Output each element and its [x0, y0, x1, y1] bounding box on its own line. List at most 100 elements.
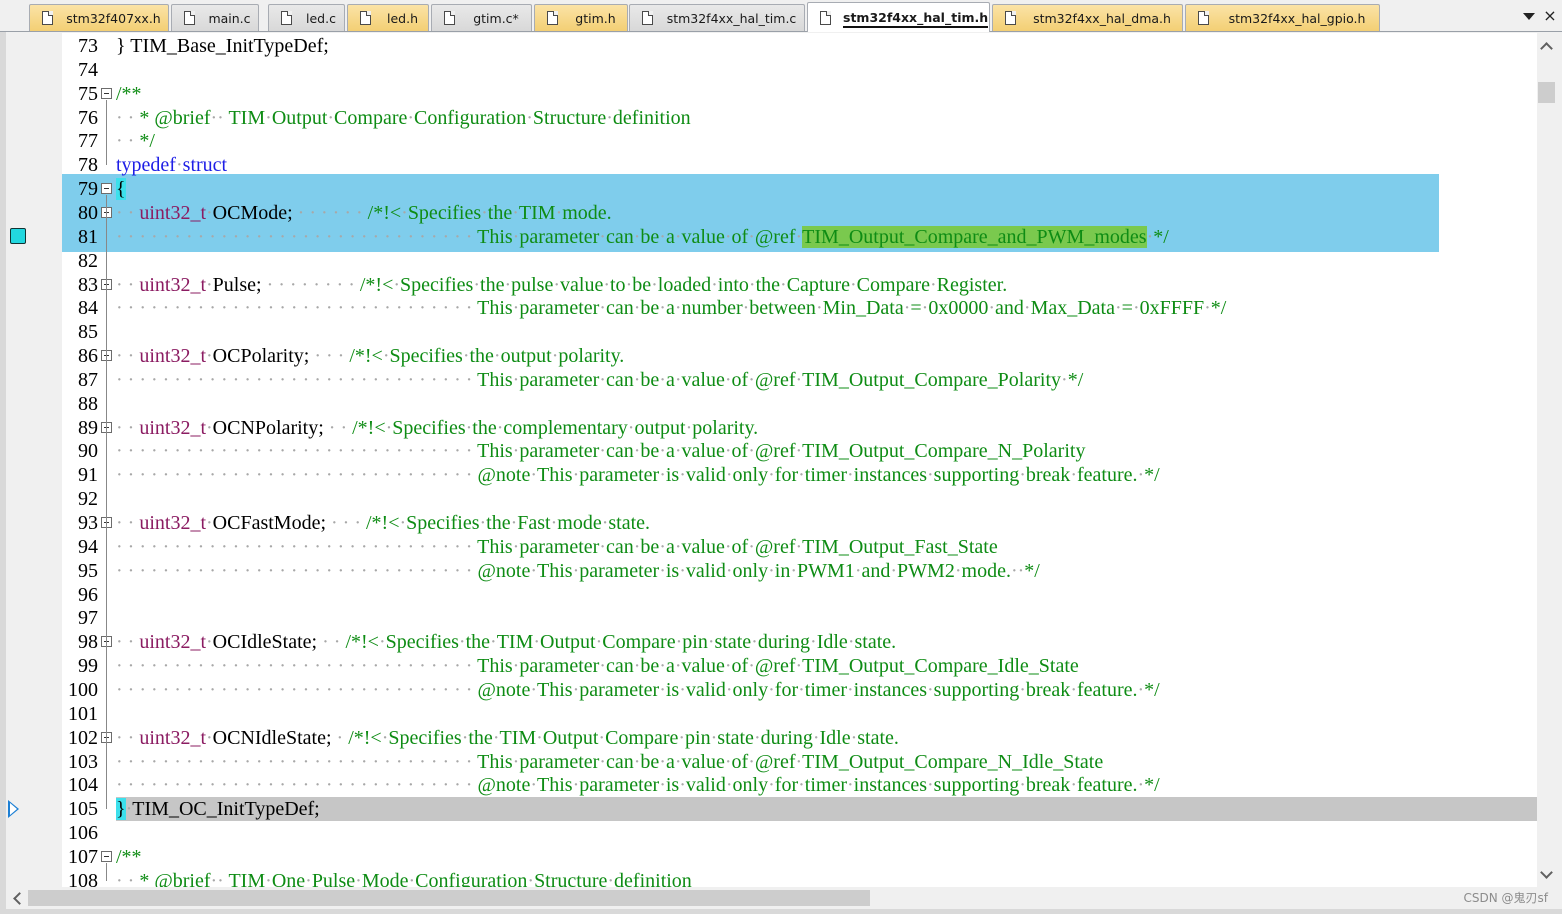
code-token: · [674, 655, 682, 678]
code-line: 75 /** [6, 82, 1537, 106]
line-number: 86 [78, 345, 98, 368]
line-number: 102 [68, 726, 98, 749]
line-number: 106 [68, 822, 98, 845]
code-token: This [477, 368, 513, 391]
code-token: · [458, 631, 466, 654]
code-token: · [659, 368, 666, 391]
close-tab-icon[interactable]: × [1542, 7, 1558, 25]
code-line: 96 [6, 583, 1537, 607]
code-token: timer [804, 774, 847, 797]
code-token: is [665, 559, 680, 582]
code-token: parameter [579, 774, 660, 797]
code-token: of [731, 368, 749, 391]
scroll-up-icon[interactable] [1537, 37, 1556, 55]
code-token: @ref [754, 750, 796, 773]
tab-main-c[interactable]: main.c [171, 4, 259, 31]
vertical-scroll-thumb[interactable] [1538, 82, 1555, 103]
code-token: · [748, 750, 755, 773]
code-editor[interactable]: 73} TIM_Base_InitTypeDef; 74 75/** 76 · · * … [6, 33, 1537, 887]
code-token: · · · · · · · · · · · · · · · · · · · · … [116, 464, 478, 487]
code-token: · [378, 631, 386, 654]
code-token: */ [139, 130, 155, 153]
tab-stm32f4xx-hal-dma-h[interactable]: stm32f4xx_hal_dma.h [992, 4, 1183, 31]
code-token: ·· [210, 106, 229, 129]
code-token: the [472, 416, 497, 439]
tab-led-c[interactable]: led.c [268, 4, 345, 31]
tab-label: stm32f4xx_hal_tim.c [665, 11, 804, 26]
code-token: } [116, 798, 126, 821]
code-text: · · · · · · · · · · · · · · · · · · · · … [116, 559, 1040, 583]
code-token: Specifies [400, 273, 474, 296]
code-line: 97 [6, 606, 1537, 630]
tab-gtim-h[interactable]: gtim.h [534, 4, 628, 31]
code-token: · [847, 678, 854, 701]
tab-gtim-c-[interactable]: gtim.c* [431, 4, 532, 31]
line-number: 82 [78, 249, 98, 272]
line-number: 103 [68, 750, 98, 773]
code-line: 108 · · * @brief·· TIM·One·Pulse·Mode·Con… [6, 869, 1537, 887]
code-token: · [847, 774, 854, 797]
code-token: · [659, 535, 666, 558]
scroll-down-icon[interactable] [1537, 865, 1556, 883]
code-token: @ref [754, 535, 796, 558]
code-text: · · * @brief·· TIM·One·Pulse·Mode·Config… [116, 869, 692, 887]
code-token: Mode [361, 869, 409, 887]
code-token: instances [853, 464, 927, 487]
code-token: the [755, 273, 781, 296]
horizontal-scrollbar[interactable] [6, 887, 1537, 909]
tab-label-text: stm32f407xx.h [66, 10, 161, 26]
line-number: 84 [78, 297, 98, 320]
code-token: · [751, 631, 758, 654]
code-token: @note [477, 678, 531, 701]
fold-minus-icon[interactable] [101, 87, 112, 99]
tab-stm32f4xx-hal-gpio-h[interactable]: stm32f4xx_hal_gpio.h [1185, 4, 1380, 31]
code-token: TIM_OC_InitTypeDef; [132, 798, 320, 821]
bookmark-icon[interactable] [10, 227, 26, 244]
tab-label: stm32f4xx_hal_tim.h [843, 10, 989, 28]
code-token: · [725, 464, 733, 487]
code-token: · [1070, 774, 1077, 797]
code-token: be [640, 225, 660, 248]
tab-list-dropdown-icon[interactable] [1522, 9, 1536, 23]
file-icon [820, 10, 831, 25]
vertical-scrollbar[interactable] [1537, 33, 1556, 887]
code-text: · · · · · · · · · · · · · · · · · · · · … [116, 225, 1169, 249]
tab-stm32f4xx-hal-tim-h[interactable]: stm32f4xx_hal_tim.h [807, 2, 990, 32]
code-token: Compare [334, 106, 408, 129]
code-token: · [707, 631, 715, 654]
code-token: value [681, 750, 725, 773]
code-token: · · [116, 273, 140, 296]
code-token: uint32_t [139, 273, 206, 296]
file-icon [642, 11, 653, 25]
code-token: · [1204, 297, 1211, 320]
code-token: @brief [154, 106, 211, 129]
code-token: complementary [503, 416, 628, 439]
code-line: 95 · · · · · · · · · · · · · · · · · · · … [6, 559, 1537, 583]
fold-minus-icon[interactable] [101, 850, 112, 862]
code-token: in [774, 559, 791, 582]
fold-minus-icon[interactable] [101, 183, 112, 195]
code-token: · [674, 440, 682, 463]
code-token: /*!< [366, 512, 400, 534]
code-token: · [206, 416, 213, 439]
code-token: · [815, 297, 823, 320]
scroll-left-icon[interactable] [10, 891, 24, 905]
code-token: value [681, 440, 725, 463]
code-token: · [679, 678, 686, 701]
fold-guide [106, 99, 107, 166]
code-token: be [640, 440, 660, 463]
tab-stm32f4xx-hal-tim-c[interactable]: stm32f4xx_hal_tim.c [629, 4, 805, 31]
line-number: 96 [78, 583, 98, 606]
code-token: /** [116, 82, 142, 105]
code-line: 83 · · uint32_t·Pulse; · · · · · · · · /*… [6, 273, 1537, 297]
code-token: be [640, 535, 660, 558]
horizontal-scroll-thumb[interactable] [28, 890, 870, 906]
code-token: feature. [1076, 774, 1138, 797]
code-token: TIM_Base_InitTypeDef; [130, 35, 329, 57]
tab-led-h[interactable]: led.h [347, 4, 429, 31]
code-token: · [473, 273, 481, 296]
code-token: · [493, 345, 501, 368]
code-token: can [605, 655, 634, 678]
tab-stm32f407xx-h[interactable]: stm32f407xx.h [29, 4, 169, 31]
code-token: a [665, 535, 675, 558]
